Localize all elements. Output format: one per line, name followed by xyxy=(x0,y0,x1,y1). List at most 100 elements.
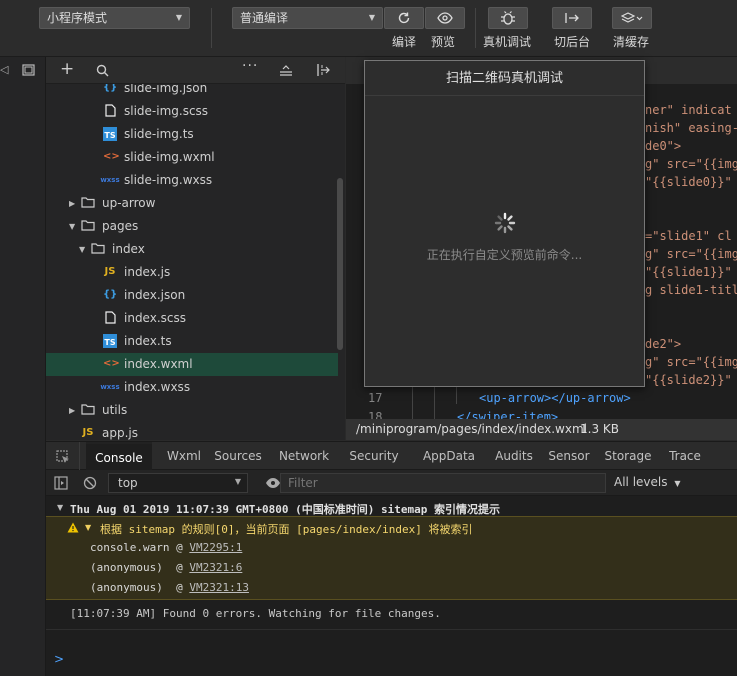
devtools-tab-network[interactable]: Network xyxy=(274,442,334,470)
chevron-right-icon[interactable]: ▶ xyxy=(69,399,75,422)
console-group-header[interactable]: Thu Aug 01 2019 11:07:39 GMT+0800 (中国标准时… xyxy=(70,501,500,517)
code-line-17: <up-arrow></up-arrow> xyxy=(479,391,631,405)
clear-cache-button[interactable] xyxy=(612,7,652,29)
more-icon[interactable]: ··· xyxy=(242,58,258,74)
chevron-down-icon: ▼ xyxy=(368,13,375,22)
file-name: utils xyxy=(102,403,128,417)
mode-select-value: 小程序模式 xyxy=(47,11,108,25)
eye-icon xyxy=(266,478,280,488)
background-button[interactable] xyxy=(552,7,592,29)
preview-button[interactable] xyxy=(425,7,465,29)
code-line: g" src="{{img xyxy=(645,247,737,261)
devtools-tab-sensor[interactable]: Sensor xyxy=(546,442,592,470)
toolbar-divider xyxy=(211,8,212,48)
file-name: slide-img.wxss xyxy=(124,173,213,187)
loading-spinner-icon xyxy=(494,212,516,234)
refresh-icon xyxy=(398,12,410,24)
warning-icon xyxy=(67,522,79,533)
code-line: g" src="{{img xyxy=(645,157,737,171)
file-tree-item[interactable]: ▶ up-arrow xyxy=(46,192,338,215)
json-icon: {} xyxy=(103,289,118,300)
devtools-tab-storage[interactable]: Storage xyxy=(601,442,655,470)
file-name: index.ts xyxy=(124,334,172,348)
warning-message: 根据 sitemap 的规则[0]，当前页面 [pages/index/inde… xyxy=(100,523,473,536)
switch-background-icon xyxy=(565,13,579,23)
file-tree-item[interactable]: TS slide-img.ts xyxy=(46,123,338,146)
collapse-icon[interactable]: ◁ xyxy=(0,63,8,76)
file-tree-item[interactable]: {} index.json xyxy=(46,284,338,307)
devtools-tab-appdata[interactable]: AppData xyxy=(420,442,478,470)
file-name: app.js xyxy=(102,426,138,440)
real-debug-label: 真机调试 xyxy=(483,35,532,49)
context-select[interactable]: top ▼ xyxy=(108,473,248,493)
file-tree-item[interactable]: TS index.ts xyxy=(46,330,338,353)
folder-icon xyxy=(81,403,95,417)
console-prompt-icon[interactable]: > xyxy=(54,652,64,666)
expand-triangle-icon[interactable]: ▼ xyxy=(57,503,63,512)
file-tree-item[interactable]: <> index.wxml xyxy=(46,353,338,376)
chevron-down-icon[interactable]: ▼ xyxy=(69,215,75,238)
expand-triangle-icon[interactable]: ▼ xyxy=(85,523,91,532)
file-tree-item[interactable]: {} slide-img.json xyxy=(46,84,338,100)
activity-bar: ◁ xyxy=(0,57,46,676)
code-line: de0"> xyxy=(645,139,682,153)
file-name: slide-img.wxml xyxy=(124,150,215,164)
file-name: index.js xyxy=(124,265,171,279)
file-name: index xyxy=(112,242,145,256)
file-tree-item[interactable]: <> slide-img.wxml xyxy=(46,146,338,169)
eye-icon xyxy=(437,12,453,24)
source-link[interactable]: VM2321:6 xyxy=(189,561,242,574)
split-editor-icon xyxy=(317,64,330,76)
search-icon xyxy=(96,64,109,77)
clear-console-icon xyxy=(83,476,97,490)
file-tree-item[interactable]: ▶ utils xyxy=(46,399,338,422)
mode-select[interactable]: 小程序模式 ▼ xyxy=(39,7,190,29)
chevron-down-icon[interactable]: ▼ xyxy=(79,238,85,261)
file-tree-toolbar: + ··· xyxy=(46,57,345,84)
file-name: index.wxss xyxy=(124,380,191,394)
file-tree-item[interactable]: index.scss xyxy=(46,307,338,330)
source-link[interactable]: VM2321:13 xyxy=(189,581,249,594)
levels-select[interactable]: All levels ▼ xyxy=(614,475,680,489)
file-tree-item[interactable]: wxss slide-img.wxss xyxy=(46,169,338,192)
log-message: [11:07:39 AM] Found 0 errors. Watching f… xyxy=(70,607,441,620)
compile-button[interactable] xyxy=(384,7,424,29)
file-tree-item[interactable]: ▼ index xyxy=(46,238,338,261)
wxml-icon: <> xyxy=(103,151,120,162)
folder-icon xyxy=(81,196,95,210)
file-tree-item[interactable]: slide-img.scss xyxy=(46,100,338,123)
stack-frame: (anonymous) @ VM2321:13 xyxy=(90,581,249,594)
chevron-right-icon[interactable]: ▶ xyxy=(69,192,75,215)
file-name: pages xyxy=(102,219,139,233)
real-debug-popup: 扫描二维码真机调试 正在执行自定义预览前命令... xyxy=(364,60,645,387)
file-tree-item[interactable]: wxss index.wxss xyxy=(46,376,338,399)
devtools-tab-wxml[interactable]: Wxml xyxy=(166,442,202,470)
code-line: "{{slide2}}" xyxy=(645,373,732,387)
devtools-tab-security[interactable]: Security xyxy=(342,442,406,470)
code-line: "{{slide1}}" xyxy=(645,265,732,279)
editor-status-bar: /miniprogram/pages/index/index.wxml 1.3 … xyxy=(346,419,737,440)
typescript-icon: TS xyxy=(103,334,117,348)
devtools-tab-sources[interactable]: Sources xyxy=(210,442,266,470)
console-warning: ▼ 根据 sitemap 的规则[0]，当前页面 [pages/index/in… xyxy=(46,516,737,600)
wxss-icon: wxss xyxy=(100,383,120,391)
real-debug-button[interactable] xyxy=(488,7,528,29)
chevron-down-icon: ▼ xyxy=(175,13,182,22)
filter-input[interactable] xyxy=(280,473,606,493)
console-log-row: [11:07:39 AM] Found 0 errors. Watching f… xyxy=(46,600,737,630)
file-tree-scrollbar[interactable] xyxy=(337,178,343,350)
compile-select-value: 普通编译 xyxy=(240,11,289,25)
file-tree-item[interactable]: JS app.js xyxy=(46,422,338,440)
file-tree-item[interactable]: JS index.js xyxy=(46,261,338,284)
folder-icon xyxy=(81,219,95,233)
code-line: g" src="{{img xyxy=(645,355,737,369)
file-tree-item[interactable]: ▼ pages xyxy=(46,215,338,238)
devtools-tab-trace[interactable]: Trace xyxy=(664,442,706,470)
typescript-icon: TS xyxy=(103,127,117,141)
compile-select[interactable]: 普通编译 ▼ xyxy=(232,7,383,29)
source-link[interactable]: VM2295:1 xyxy=(189,541,242,554)
devtools-tab-console[interactable]: Console xyxy=(86,442,152,470)
devtools-tab-audits[interactable]: Audits xyxy=(492,442,536,470)
add-icon[interactable]: + xyxy=(60,59,74,79)
chevron-down-icon: ▼ xyxy=(234,477,241,486)
